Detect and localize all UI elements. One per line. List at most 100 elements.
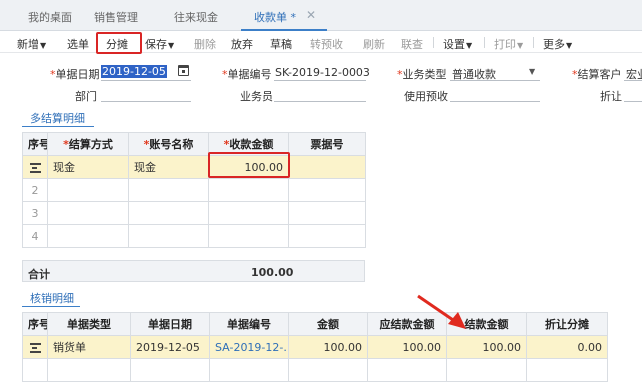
doc-no-field[interactable]: SK-2019-12-0003: [275, 66, 370, 79]
column-header-seq: 序号: [22, 312, 48, 336]
cell-empty[interactable]: [446, 358, 527, 382]
tab-cash-transactions[interactable]: 往来现金: [174, 9, 218, 25]
settlement-total-row: 合计 100.00: [22, 260, 365, 282]
table-row[interactable]: 销货单 2019-12-05 SA-2019-12-... 100.00 100…: [22, 335, 608, 359]
cell-doc-date[interactable]: 2019-12-05: [130, 335, 210, 359]
row-handle[interactable]: [22, 155, 48, 179]
settings-label: 设置: [443, 38, 465, 51]
date-field[interactable]: 2019-12-05: [101, 65, 167, 78]
cell-settled[interactable]: 100.00: [446, 335, 527, 359]
cell-ticket[interactable]: [288, 155, 366, 179]
row-number: 2: [22, 178, 48, 202]
save-button[interactable]: 保存▼: [145, 36, 174, 52]
cell-empty[interactable]: [47, 178, 129, 202]
column-header-settled: 结款金额: [446, 312, 527, 336]
cell-empty[interactable]: [288, 178, 366, 202]
cell-empty[interactable]: [208, 178, 289, 202]
table-header-row: 序号 单据类型 单据日期 单据编号 金额 应结款金额 结款金额 折让分摊: [22, 312, 608, 336]
cell-empty[interactable]: [47, 201, 129, 225]
row-edit-icon[interactable]: [29, 342, 41, 353]
column-header-doc-type: 单据类型: [47, 312, 131, 336]
writeoff-section-title[interactable]: 核销明细: [30, 290, 74, 306]
cell-doc-type[interactable]: 销货单: [47, 335, 131, 359]
row-number: 4: [22, 224, 48, 248]
cell-empty[interactable]: [208, 201, 289, 225]
cell-empty[interactable]: [47, 224, 129, 248]
use-prepay-field[interactable]: [450, 101, 540, 102]
row-number: 3: [22, 201, 48, 225]
tab-receipt[interactable]: 收款单 *: [254, 9, 296, 25]
chevron-down-icon: ▼: [517, 41, 524, 50]
salesman-label: 业务员: [240, 90, 273, 103]
cell-due[interactable]: 100.00: [367, 335, 447, 359]
salesman-field[interactable]: [274, 101, 366, 102]
writeoff-section-underline: [22, 306, 80, 307]
doc-no-underline: [274, 80, 366, 81]
cell-doc-no-link[interactable]: SA-2019-12-...: [209, 335, 289, 359]
table-row[interactable]: 现金 现金 100.00: [22, 155, 366, 179]
chevron-down-icon: ▼: [566, 41, 573, 50]
cell-empty[interactable]: [128, 178, 209, 202]
cell-empty[interactable]: [209, 358, 289, 382]
table-row[interactable]: 4: [22, 224, 366, 248]
tab-my-desktop[interactable]: 我的桌面: [28, 9, 72, 25]
cell-empty[interactable]: [288, 358, 368, 382]
cell-empty[interactable]: [130, 358, 210, 382]
cell-empty[interactable]: [128, 201, 209, 225]
highlight-amount-cell: [208, 152, 290, 178]
cell-empty[interactable]: [526, 358, 608, 382]
settlement-table: 序号 *结算方式 *账号名称 *收款金额 票据号 现金 现金 100.00 2 …: [22, 132, 366, 248]
total-value: 100.00: [251, 266, 294, 279]
row-number: [22, 358, 48, 382]
cell-account[interactable]: 现金: [128, 155, 209, 179]
customer-label: *结算客户: [572, 68, 622, 81]
column-header-method: *结算方式: [47, 132, 129, 156]
writeoff-table: 序号 单据类型 单据日期 单据编号 金额 应结款金额 结款金额 折让分摊 销货单…: [22, 312, 608, 382]
chevron-down-icon[interactable]: ▼: [529, 67, 535, 76]
toolbar-divider: [533, 37, 534, 48]
table-row[interactable]: 3: [22, 201, 366, 225]
discount-field[interactable]: [624, 101, 642, 102]
cell-method[interactable]: 现金: [47, 155, 129, 179]
tab-sales-management[interactable]: 销售管理: [94, 9, 138, 25]
add-button[interactable]: 新增▼: [17, 36, 46, 52]
column-header-seq: 序号: [22, 132, 48, 156]
cell-empty[interactable]: [288, 224, 366, 248]
table-row[interactable]: [22, 358, 608, 382]
print-button[interactable]: 打印▼: [494, 36, 523, 52]
more-button[interactable]: 更多▼: [543, 36, 572, 52]
row-edit-icon[interactable]: [29, 162, 41, 173]
draft-button[interactable]: 草稿: [270, 36, 292, 52]
cell-discount[interactable]: 0.00: [526, 335, 608, 359]
biz-type-label: *业务类型: [397, 68, 447, 81]
column-header-doc-date: 单据日期: [130, 312, 210, 336]
column-header-ticket: 票据号: [288, 132, 366, 156]
cell-empty[interactable]: [208, 224, 289, 248]
settlement-section-title[interactable]: 多结算明细: [30, 110, 85, 126]
cell-amount[interactable]: 100.00: [288, 335, 368, 359]
dept-field[interactable]: [101, 101, 191, 102]
column-header-amount: 金额: [288, 312, 368, 336]
select-button[interactable]: 选单: [67, 36, 89, 52]
row-handle[interactable]: [22, 335, 48, 359]
cell-empty[interactable]: [128, 224, 209, 248]
abandon-button[interactable]: 放弃: [231, 36, 253, 52]
toolbar-divider: [484, 37, 485, 48]
doc-no-label: *单据编号: [222, 68, 272, 81]
cell-empty[interactable]: [288, 201, 366, 225]
column-header-doc-no: 单据编号: [209, 312, 289, 336]
delete-button[interactable]: 删除: [194, 36, 216, 52]
column-header-discount: 折让分摊: [526, 312, 608, 336]
to-prepay-button[interactable]: 转预收: [310, 36, 343, 52]
save-label: 保存: [145, 38, 167, 51]
calendar-icon[interactable]: [178, 65, 189, 76]
table-row[interactable]: 2: [22, 178, 366, 202]
cell-empty[interactable]: [47, 358, 131, 382]
date-label: *单据日期: [50, 68, 100, 81]
close-icon[interactable]: ✕: [306, 8, 316, 22]
query-button[interactable]: 联查: [401, 36, 423, 52]
refresh-button[interactable]: 刷新: [363, 36, 385, 52]
settings-button[interactable]: 设置▼: [443, 36, 472, 52]
cell-empty[interactable]: [367, 358, 447, 382]
chevron-down-icon: ▼: [168, 41, 175, 50]
